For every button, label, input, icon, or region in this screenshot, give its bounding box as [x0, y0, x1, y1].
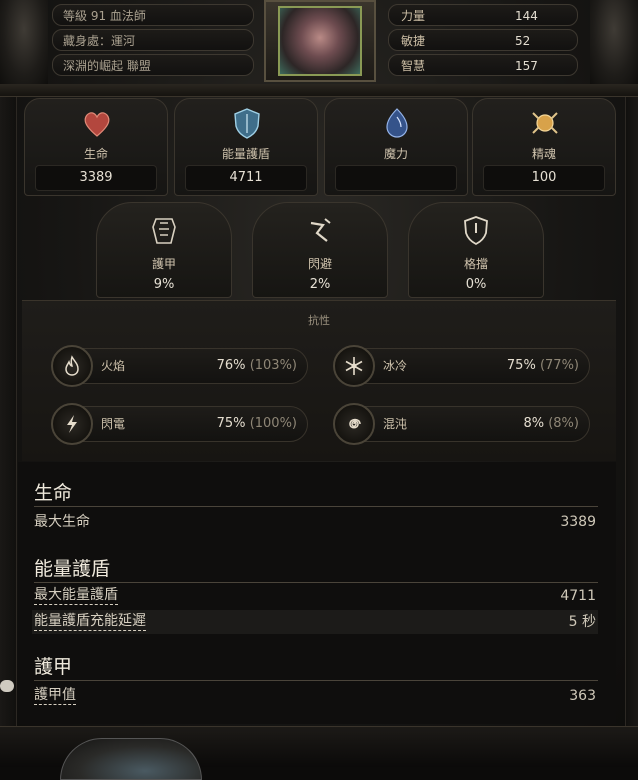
defense-value: 9% [153, 277, 175, 292]
defense-label: 格擋 [463, 257, 488, 271]
stat-label: 精魂 [531, 147, 556, 161]
attribute-label: 智慧 [401, 59, 426, 73]
attribute-value: 157 [515, 59, 538, 73]
resistance-chaos[interactable]: 混沌 8% (8%) [333, 403, 590, 445]
league-line: 深淵的崛起 聯盟 [52, 54, 254, 76]
stat-card-life[interactable]: 生命 3389 [24, 98, 168, 196]
section-title-armour: 護甲 [34, 656, 73, 678]
stat-value: 4711 [185, 165, 307, 191]
section-divider [34, 506, 598, 507]
detail-row[interactable]: 最大能量護盾 4711 [32, 584, 598, 608]
resistance-name: 閃電 [101, 417, 126, 431]
detail-label[interactable]: 能量護盾充能延遲 [34, 612, 146, 631]
detail-label[interactable]: 最大能量護盾 [34, 586, 118, 605]
left-frame [0, 84, 17, 726]
attribute-value: 144 [515, 9, 538, 23]
stat-value: 100 [483, 165, 605, 191]
attribute-label: 敏捷 [401, 34, 426, 48]
detail-value: 3389 [560, 514, 596, 530]
right-statue-ornament [590, 0, 638, 84]
stat-card-spirit[interactable]: 精魂 100 [472, 98, 616, 196]
defense-label: 護甲 [151, 257, 176, 271]
defense-card-evasion[interactable]: 閃避 2% [252, 202, 388, 298]
left-statue-ornament [0, 0, 48, 84]
level-class-line: 等級 91 血法師 [52, 4, 254, 26]
detail-value: 5 秒 [568, 614, 596, 630]
defense-value: 0% [465, 277, 487, 292]
resistance-value: 76% (103%) [216, 358, 297, 373]
chaos-icon [333, 403, 375, 445]
spirit-icon [527, 105, 563, 141]
resistance-lightning[interactable]: 閃電 75% (100%) [51, 403, 308, 445]
right-frame [625, 84, 638, 726]
attribute-label: 力量 [401, 9, 426, 23]
stat-card-energy-shield[interactable]: 能量護盾 4711 [174, 98, 318, 196]
defense-label: 閃避 [307, 257, 332, 271]
resistance-name: 冰冷 [383, 359, 408, 373]
fire-icon [51, 345, 93, 387]
detail-row[interactable]: 能量護盾充能延遲 5 秒 [32, 610, 598, 634]
resistance-value: 8% (8%) [523, 416, 579, 431]
header-divider [0, 84, 638, 97]
resistance-value: 75% (77%) [506, 358, 579, 373]
section-divider [34, 680, 598, 681]
detail-row[interactable]: 最大生命 3389 [32, 510, 598, 534]
section-title-life: 生命 [34, 482, 73, 504]
character-panel: 等級 91 血法師 藏身處：運河 深淵的崛起 聯盟 力量 144 敏捷 52 智… [0, 0, 638, 780]
resistance-fire[interactable]: 火焰 76% (103%) [51, 345, 308, 387]
stat-card-mana[interactable]: 魔力 [324, 98, 468, 196]
attribute-row[interactable]: 力量 144 [388, 4, 578, 26]
cold-icon [333, 345, 375, 387]
hud-orb-ornament [60, 738, 202, 780]
attribute-row[interactable]: 智慧 157 [388, 54, 578, 76]
detail-label[interactable]: 護甲值 [34, 686, 76, 705]
character-portrait[interactable] [278, 6, 362, 76]
detail-label: 最大生命 [34, 514, 90, 530]
shield-icon [229, 105, 265, 141]
evasion-icon [303, 213, 337, 247]
defense-card-block[interactable]: 格擋 0% [408, 202, 544, 298]
stat-label: 能量護盾 [221, 147, 270, 161]
armour-icon [147, 213, 181, 247]
stat-value [335, 165, 457, 191]
mana-icon [379, 105, 415, 141]
hideout-line[interactable]: 藏身處：運河 [52, 29, 254, 51]
detail-value: 4711 [560, 588, 596, 604]
block-icon [459, 213, 493, 247]
portrait-frame [264, 0, 376, 82]
section-divider [34, 582, 598, 583]
resistance-value: 75% (100%) [216, 416, 297, 431]
chat-icon[interactable] [0, 680, 14, 692]
resistance-cold[interactable]: 冰冷 75% (77%) [333, 345, 590, 387]
detail-row[interactable]: 護甲值 363 [32, 684, 598, 708]
resistance-name: 火焰 [101, 359, 126, 373]
detail-value: 363 [569, 688, 596, 704]
stat-value: 3389 [35, 165, 157, 191]
resistances-title: 抗性 [308, 314, 330, 327]
attribute-value: 52 [515, 34, 531, 48]
attribute-row[interactable]: 敏捷 52 [388, 29, 578, 51]
defense-value: 2% [309, 277, 331, 292]
heart-icon [79, 105, 115, 141]
stat-label: 魔力 [383, 147, 408, 161]
lightning-icon [51, 403, 93, 445]
stat-label: 生命 [83, 147, 108, 161]
resistance-name: 混沌 [383, 417, 408, 431]
section-title-energy-shield: 能量護盾 [34, 558, 111, 580]
defense-card-armour[interactable]: 護甲 9% [96, 202, 232, 298]
